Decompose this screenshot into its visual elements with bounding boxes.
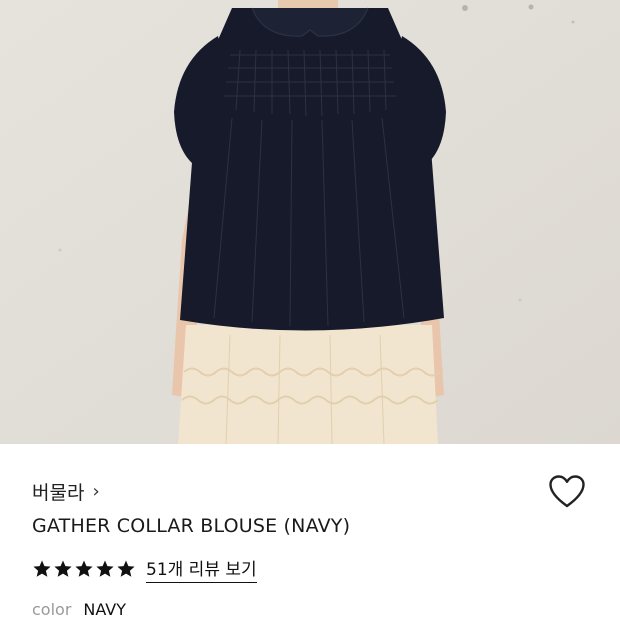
star-filled-icon [33, 560, 51, 577]
product-info-panel: 버물라 › GATHER COLLAR BLOUSE (NAVY) 51개 리뷰… [0, 444, 620, 620]
rating-row: 51개 리뷰 보기 [32, 555, 257, 583]
brand-link[interactable]: 버물라 › [32, 478, 100, 505]
chevron-right-icon: › [92, 480, 100, 502]
heart-outline-icon[interactable] [549, 475, 585, 509]
star-rating [32, 559, 136, 579]
product-title: GATHER COLLAR BLOUSE (NAVY) [32, 515, 351, 537]
brand-name: 버물라 [32, 482, 85, 504]
product-photo-illustration [0, 0, 620, 444]
star-filled-icon [117, 560, 135, 577]
color-value: NAVY [83, 600, 127, 619]
star-filled-icon [96, 560, 114, 577]
review-link[interactable]: 51개 리뷰 보기 [146, 555, 257, 583]
product-image[interactable] [0, 0, 620, 444]
color-row: color NAVY [32, 600, 126, 619]
star-filled-icon [75, 560, 93, 577]
color-label: color [32, 600, 72, 619]
star-filled-icon [54, 560, 72, 577]
